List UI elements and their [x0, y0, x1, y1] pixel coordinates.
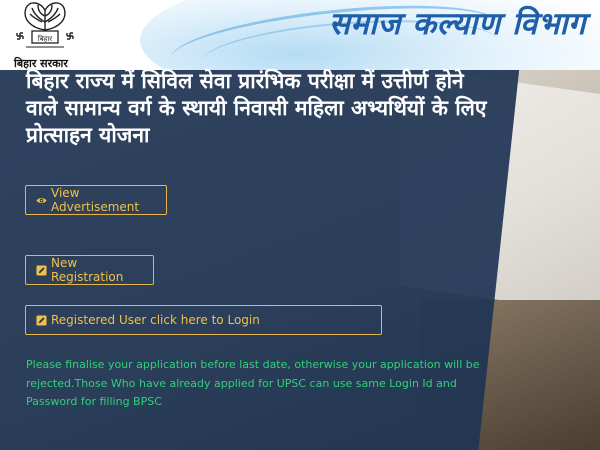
new-registration-label: New Registration	[51, 256, 124, 284]
svg-text:बिहार: बिहार	[38, 34, 52, 43]
registered-user-login-button[interactable]: Registered User click here to Login	[25, 305, 382, 335]
notice-text: Please finalise your application before …	[26, 358, 480, 408]
edit-icon	[36, 314, 47, 326]
department-title: समाज कल्याण विभाग	[328, 6, 586, 42]
scheme-title: बिहार राज्य में सिविल सेवा प्रारंभिक परी…	[26, 69, 487, 147]
eye-icon	[36, 197, 47, 203]
view-advertisement-button[interactable]: View Advertisement	[25, 185, 167, 215]
site-header: बिहार बिहार सरकार समाज कल्याण विभाग	[0, 0, 600, 70]
bihar-govt-emblem-logo: बिहार	[16, 2, 74, 48]
registered-user-login-label: Registered User click here to Login	[51, 313, 260, 327]
new-registration-button[interactable]: New Registration	[25, 255, 154, 285]
view-advertisement-label: View Advertisement	[51, 186, 140, 214]
edit-icon	[36, 264, 47, 276]
